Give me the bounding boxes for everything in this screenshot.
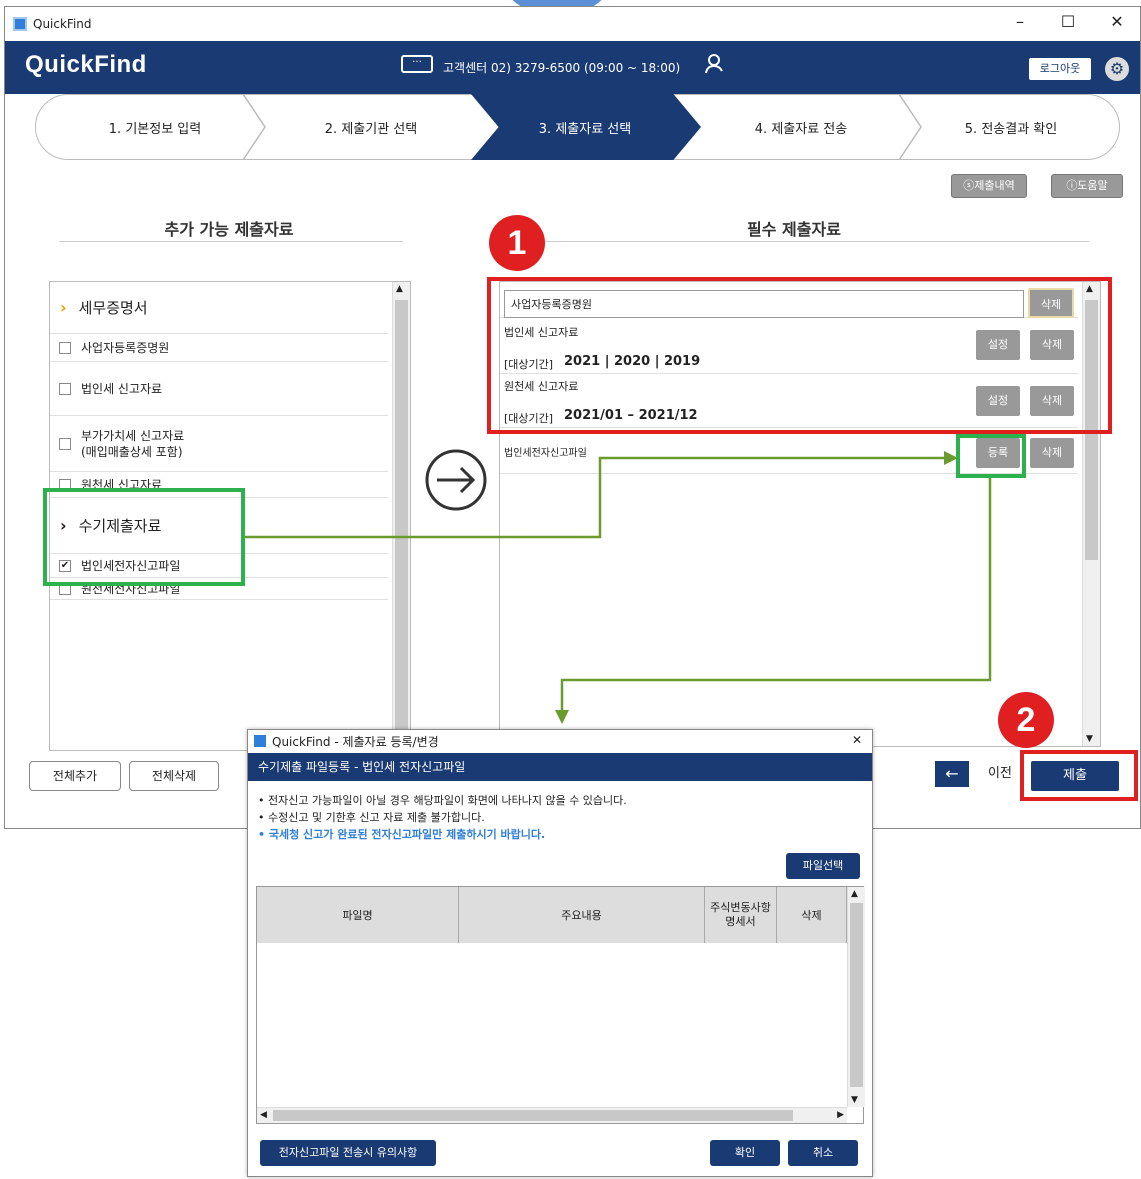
ok-button[interactable]: 확인	[710, 1140, 780, 1166]
back-arrow-icon[interactable]: ←	[935, 761, 969, 787]
scroll-up-icon[interactable]: ▲	[851, 889, 858, 899]
file-notice-button[interactable]: 전자신고파일 전송시 유의사항	[260, 1140, 436, 1166]
cancel-button[interactable]: 취소	[788, 1140, 858, 1166]
column-header: 주요내용	[459, 887, 705, 943]
dialog-title-bar: QuickFind - 제출자료 등록/변경 ✕	[248, 730, 872, 752]
scroll-down-icon[interactable]: ▼	[851, 1095, 858, 1105]
file-table: 파일명 주요내용 주식변동사항 명세서 삭제 ▲ ▼ ◀ ▶	[256, 886, 865, 1124]
file-register-dialog: QuickFind - 제출자료 등록/변경 ✕ 수기제출 파일등록 - 법인세…	[247, 729, 873, 1177]
column-header: 주식변동사항 명세서	[705, 887, 777, 943]
select-file-button[interactable]: 파일선택	[786, 853, 860, 879]
app-icon	[254, 735, 266, 747]
notice-line: • 전자신고 가능파일이 아닐 경우 해당파일이 화면에 나타나지 않을 수 있…	[258, 794, 627, 807]
notice-line-highlight: • 국세청 신고가 완료된 전자신고파일만 제출하시기 바랍니다.	[258, 828, 546, 841]
scrollbar[interactable]: ▲ ▼	[847, 887, 865, 1107]
scroll-thumb[interactable]	[273, 1110, 793, 1121]
flow-arrows	[245, 451, 992, 724]
delete-all-button[interactable]: 전체삭제	[129, 761, 219, 791]
dialog-heading: 수기제출 파일등록 - 법인세 전자신고파일	[248, 753, 872, 781]
scroll-left-icon[interactable]: ◀	[260, 1110, 267, 1120]
scroll-thumb[interactable]	[850, 903, 863, 1087]
notice-line: • 수정신고 및 기한후 신고 자료 제출 불가합니다.	[258, 811, 485, 824]
scroll-right-icon[interactable]: ▶	[837, 1110, 844, 1120]
dialog-title: QuickFind - 제출자료 등록/변경	[272, 734, 439, 749]
column-header: 파일명	[257, 887, 459, 943]
add-all-button[interactable]: 전체추가	[29, 761, 121, 791]
dialog-close-button[interactable]: ✕	[852, 733, 862, 747]
horizontal-scrollbar[interactable]: ◀ ▶	[257, 1107, 847, 1123]
column-header: 삭제	[777, 887, 847, 943]
